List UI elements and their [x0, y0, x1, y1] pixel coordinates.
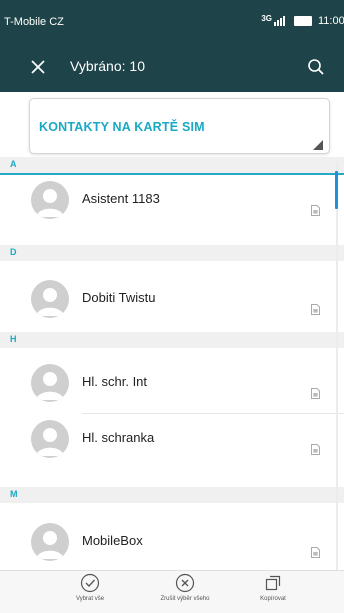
sim-card-icon [311, 442, 320, 455]
status-bar: T-Mobile CZ 3G 11:00 [0, 0, 344, 42]
copy-label: Kopírovat [260, 596, 286, 602]
signal-icon [274, 16, 286, 26]
contact-name: Dobiti Twistu [82, 290, 156, 305]
section-letter: A [10, 159, 17, 169]
deselect-all-button[interactable]: Zrušit výběr všeho [140, 573, 230, 613]
section-letter: H [10, 334, 17, 344]
search-icon[interactable] [304, 55, 328, 79]
contact-row[interactable]: MobileBox [0, 517, 344, 567]
close-icon[interactable] [26, 55, 50, 79]
contact-name: Hl. schr. Int [82, 374, 148, 389]
contact-row[interactable]: Asistent 1183 [0, 175, 344, 225]
scrollbar-thumb[interactable] [335, 171, 338, 209]
sim-card-icon [311, 386, 320, 399]
scrollbar-track [336, 162, 338, 570]
section-header-d: D [0, 245, 344, 261]
contact-name: MobileBox [82, 533, 143, 548]
contact-row[interactable]: Dobiti Twistu [0, 274, 344, 324]
bottom-action-bar: Vybrat vše Zrušit výběr všeho Kopírovat [0, 570, 344, 613]
network-type: 3G [261, 13, 272, 23]
selection-toolbar: Vybráno: 10 [0, 42, 344, 92]
contact-row[interactable]: Hl. schranka [0, 414, 344, 464]
sim-card-icon [311, 545, 320, 558]
copy-icon [265, 575, 281, 591]
avatar [31, 420, 69, 458]
sim-card-icon [311, 302, 320, 315]
select-all-button[interactable]: Vybrat vše [45, 573, 135, 613]
selection-count-title: Vybráno: 10 [70, 58, 145, 74]
avatar [31, 181, 69, 219]
contact-list-area: KONTAKTY NA KARTĚ SIM A Asistent 1183 D [0, 92, 344, 570]
status-indicators: 3G 11:00 [261, 14, 344, 28]
contact-name: Asistent 1183 [82, 191, 160, 206]
contact-name: Hl. schranka [82, 430, 155, 445]
select-all-label: Vybrat vše [75, 596, 105, 602]
clock: 11:00 [318, 15, 344, 27]
account-selector-dropdown[interactable]: KONTAKTY NA KARTĚ SIM [29, 98, 330, 154]
battery-icon [294, 16, 312, 26]
section-letter: M [10, 489, 18, 499]
sim-card-icon [311, 203, 320, 216]
section-header-h: H [0, 332, 344, 348]
carrier-name: T-Mobile CZ [4, 16, 64, 28]
check-circle-icon [80, 573, 100, 593]
copy-button[interactable]: Kopírovat [228, 573, 318, 613]
contact-row[interactable]: Hl. schr. Int [0, 358, 344, 408]
section-header-a: A [0, 157, 344, 173]
section-header-m: M [0, 487, 344, 503]
avatar [31, 280, 69, 318]
dropdown-corner-icon [313, 137, 323, 150]
avatar [31, 364, 69, 402]
clear-circle-icon [175, 573, 195, 593]
avatar [31, 523, 69, 561]
deselect-all-label: Zrušit výběr všeho [160, 596, 210, 602]
account-selector-label: KONTAKTY NA KARTĚ SIM [39, 120, 205, 134]
section-letter: D [10, 247, 17, 257]
